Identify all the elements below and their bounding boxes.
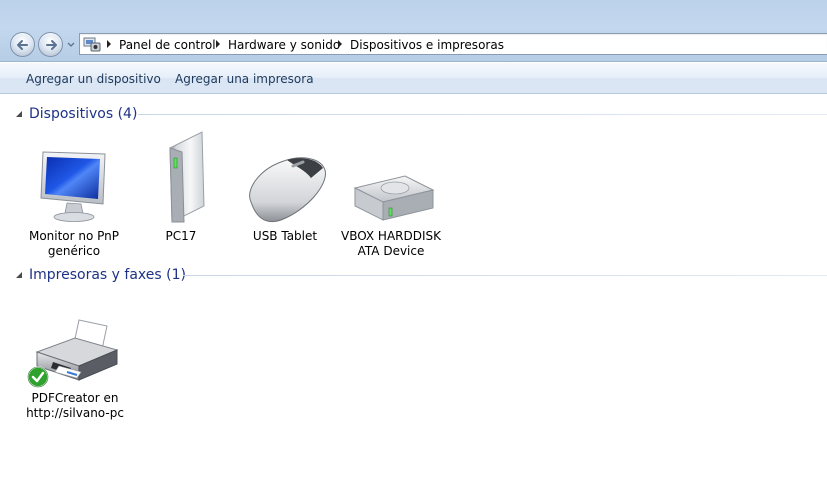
arrow-right-icon: [46, 40, 57, 50]
chevron-right-icon[interactable]: [214, 39, 222, 49]
recent-pages-dropdown-icon[interactable]: [66, 40, 76, 50]
add-printer-button[interactable]: Agregar una impresora: [175, 71, 314, 87]
group-header-printers[interactable]: Impresoras y faxes (1): [0, 264, 827, 286]
device-item[interactable]: USB Tablet: [230, 152, 340, 244]
chevron-right-icon[interactable]: [336, 39, 344, 49]
breadcrumb-hardware-sound[interactable]: Hardware y sonido: [228, 37, 340, 53]
control-panel-icon: [83, 37, 101, 52]
device-label: Monitor no PnP genérico: [28, 229, 120, 258]
breadcrumb-control-panel[interactable]: Panel de control: [119, 37, 216, 53]
collapse-triangle-icon[interactable]: [15, 271, 23, 279]
back-button[interactable]: [10, 32, 35, 57]
device-item[interactable]: PC17: [126, 130, 236, 244]
arrow-left-icon: [17, 40, 28, 50]
device-label: PC17: [165, 229, 197, 243]
mouse-icon: [249, 157, 326, 222]
forward-button[interactable]: [38, 32, 63, 57]
hard-disk-icon: [353, 175, 435, 221]
group-header-devices[interactable]: Dispositivos (4): [0, 103, 827, 125]
address-bar[interactable]: Panel de control Hardware y sonido Dispo…: [79, 33, 827, 55]
content-pane: Dispositivos (4) Monitor no PnP genérico…: [0, 94, 827, 487]
device-label: VBOX HARDDISK ATA Device: [340, 229, 442, 258]
add-device-button[interactable]: Agregar un dispositivo: [26, 71, 161, 87]
default-printer-check-icon: [27, 366, 49, 388]
group-divider: [138, 114, 827, 115]
breadcrumb-devices-printers[interactable]: Dispositivos e impresoras: [350, 37, 504, 53]
title-bar: Panel de control Hardware y sonido Dispo…: [0, 0, 827, 62]
devices-and-printers-window: Panel de control Hardware y sonido Dispo…: [0, 0, 827, 487]
device-item[interactable]: Monitor no PnP genérico: [19, 146, 129, 259]
computer-tower-icon: [169, 131, 205, 223]
monitor-icon: [40, 151, 106, 222]
command-bar: Agregar un dispositivo Agregar una impre…: [0, 62, 827, 94]
printer-item[interactable]: PDFCreator en http://silvano-pc: [20, 316, 130, 421]
collapse-triangle-icon[interactable]: [15, 110, 23, 118]
printer-label: PDFCreator en http://silvano-pc: [26, 391, 124, 420]
group-title: Impresoras y faxes (1): [29, 267, 186, 283]
group-divider: [183, 275, 827, 276]
device-label: USB Tablet: [252, 229, 318, 243]
group-title: Dispositivos (4): [29, 106, 138, 122]
chevron-right-icon[interactable]: [105, 39, 113, 49]
device-item[interactable]: VBOX HARDDISK ATA Device: [336, 172, 446, 259]
